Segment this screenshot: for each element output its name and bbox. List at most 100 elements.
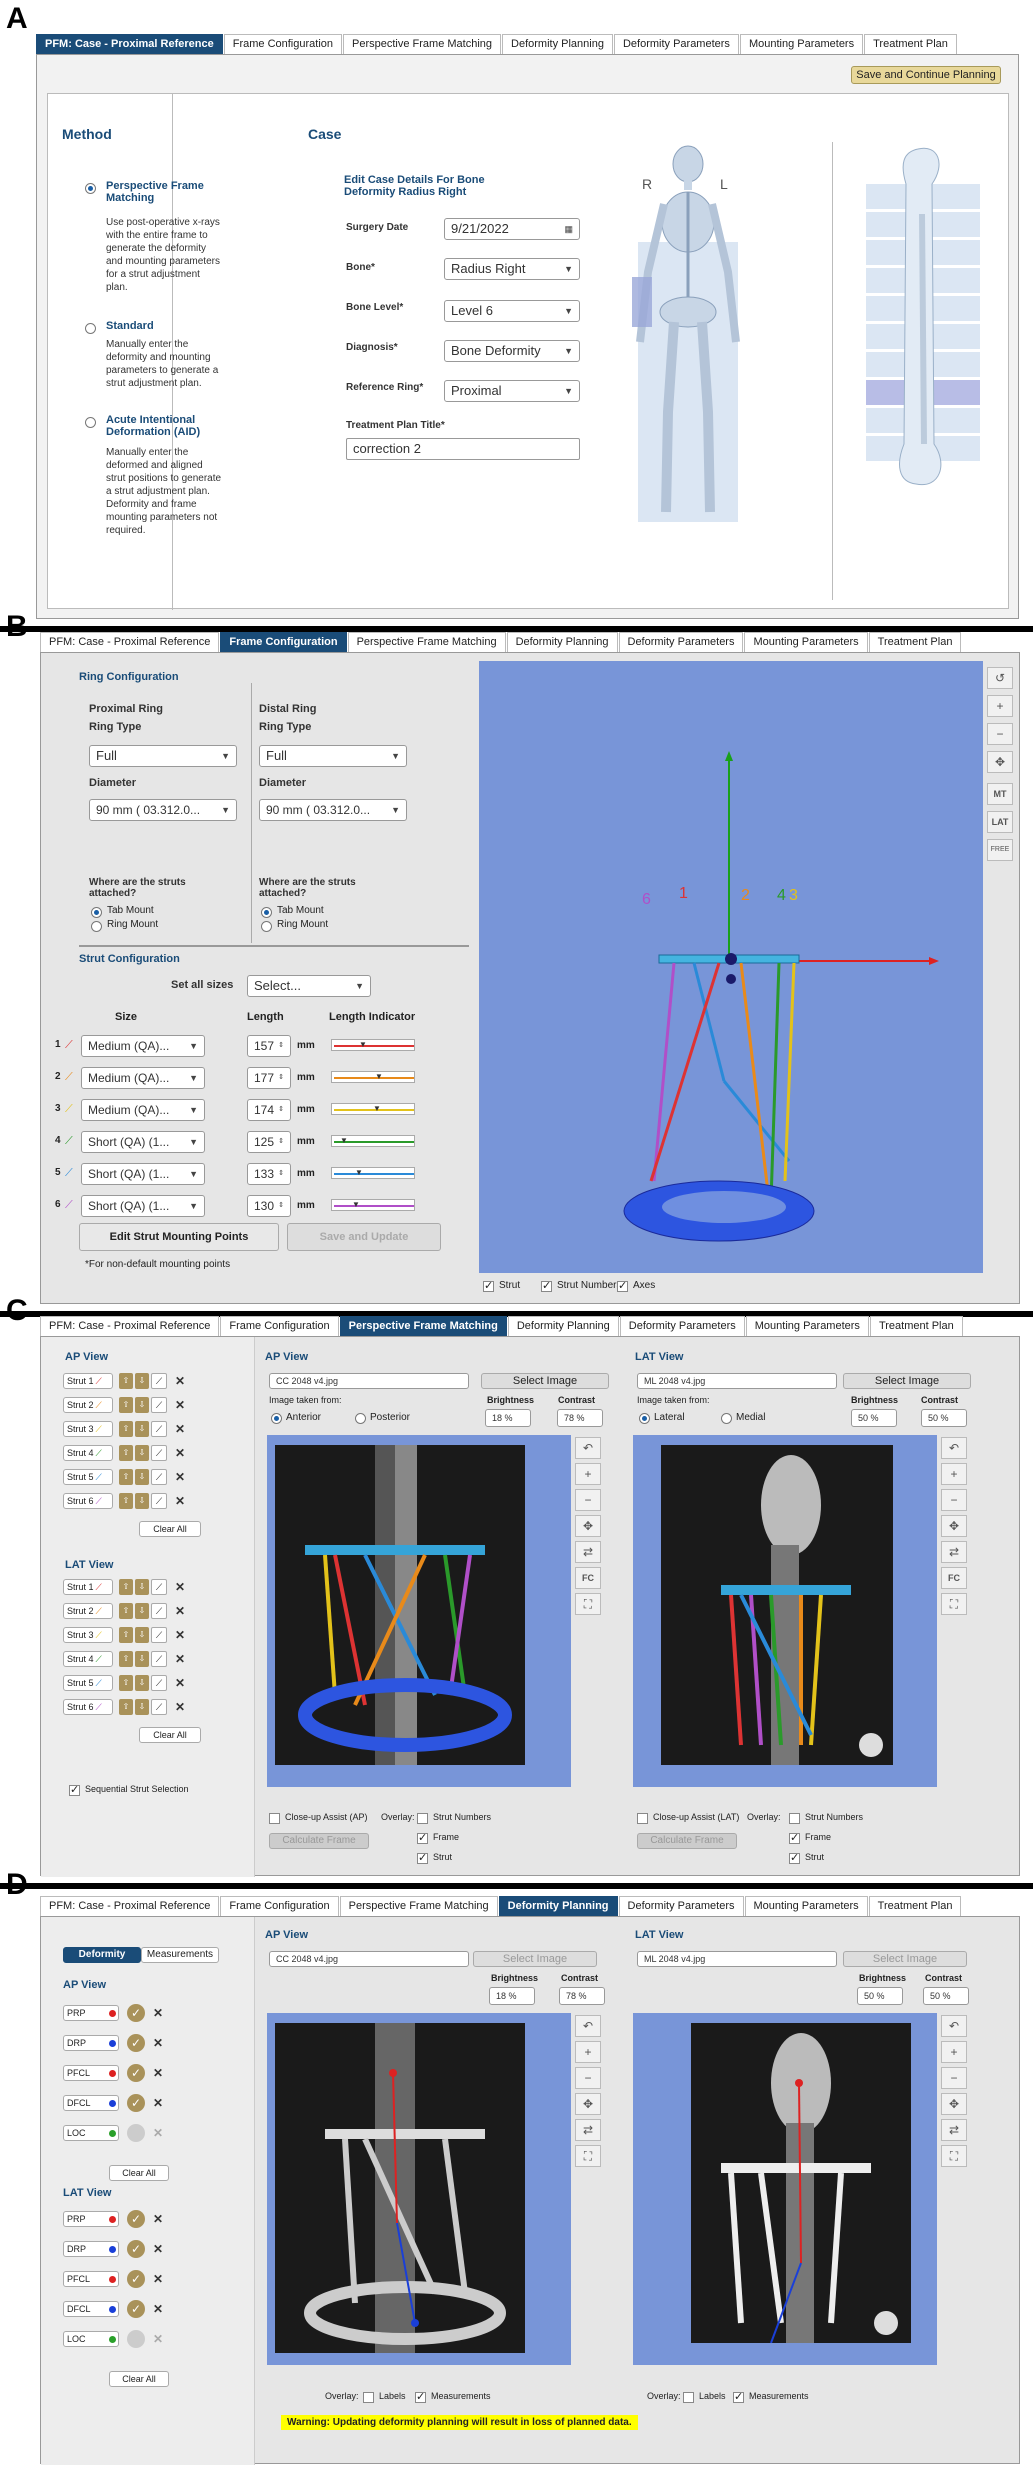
proximal-diameter-select[interactable]: 90 mm ( 03.312.0... ▼ (89, 799, 237, 821)
strut-2-size-select[interactable]: Medium (QA)... ▼ (81, 1067, 205, 1089)
strut-6-length-input[interactable]: 130 ⇕ (247, 1195, 291, 1217)
d-ap-image-view[interactable] (267, 2013, 571, 2365)
c-lat-fc-button[interactable]: FC (941, 1567, 967, 1589)
c-lat-strut-6-bottom-icon[interactable]: ⇩ (135, 1699, 149, 1715)
d-lat-drp-clear-icon[interactable]: ✕ (153, 2242, 163, 2256)
distal-ring-type-select[interactable]: Full ▼ (259, 745, 407, 767)
c-ap-contrast-input[interactable]: 78 % (557, 1409, 603, 1427)
d-lat-fit-icon[interactable]: ⛶ (941, 2145, 967, 2167)
proximal-ring-type-select[interactable]: Full ▼ (89, 745, 237, 767)
deformity-tab[interactable]: Deformity (63, 1947, 141, 1963)
save-update-button[interactable]: Save and Update (287, 1223, 441, 1251)
c-ap-frame-checkbox[interactable]: ✓ (417, 1833, 428, 1844)
lat-view-button[interactable]: LAT (987, 811, 1013, 833)
pan-icon[interactable]: ✥ (987, 751, 1013, 773)
c-lat-strut-6-line-icon[interactable]: ⟋ (151, 1699, 167, 1715)
tab-deformity-planning[interactable]: Deformity Planning (498, 1896, 618, 1916)
c-lat-strut-3-clear-icon[interactable]: ✕ (175, 1628, 185, 1642)
tab-deformity-planning[interactable]: Deformity Planning (502, 34, 613, 54)
c-ap-strut-1-bottom-icon[interactable]: ⇩ (135, 1373, 149, 1389)
method-aid-radio[interactable] (85, 417, 96, 428)
c-lat-strut-4-line-icon[interactable]: ⟋ (151, 1651, 167, 1667)
c-lat-strut-4-top-icon[interactable]: ⇧ (119, 1651, 133, 1667)
tab-treatment-plan[interactable]: Treatment Plan (869, 1316, 963, 1336)
method-pfm-radio[interactable] (85, 183, 96, 194)
reference-ring-select[interactable]: Proximal ▼ (444, 380, 580, 402)
free-view-button[interactable]: FREE (987, 839, 1013, 861)
c-lat-strut-5-bottom-icon[interactable]: ⇩ (135, 1675, 149, 1691)
d-lat-zoom-out-icon[interactable]: − (941, 2067, 967, 2089)
c-ap-flip-icon[interactable]: ⇄ (575, 1541, 601, 1563)
d-lat-measurements-checkbox[interactable]: ✓ (733, 2392, 744, 2403)
c-ap-strut-1-top-icon[interactable]: ⇧ (119, 1373, 133, 1389)
c-lat-strut-1-bottom-icon[interactable]: ⇩ (135, 1579, 149, 1595)
strut-2-length-input[interactable]: 177 ⇕ (247, 1067, 291, 1089)
c-lat-strut-6-button[interactable]: Strut 6 ⟋ (63, 1699, 113, 1715)
strut-4-size-select[interactable]: Short (QA) (1... ▼ (81, 1131, 205, 1153)
c-ap-zoom-in-icon[interactable]: + (575, 1463, 601, 1485)
c-ap-strut-6-bottom-icon[interactable]: ⇩ (135, 1493, 149, 1509)
d-ap-contrast-input[interactable]: 78 % (559, 1987, 605, 2005)
c-lat-strut-1-line-icon[interactable]: ⟋ (151, 1579, 167, 1595)
c-ap-zoom-out-icon[interactable]: − (575, 1489, 601, 1511)
set-all-sizes-select[interactable]: Select... ▼ (247, 975, 371, 997)
c-ap-strut-checkbox[interactable]: ✓ (417, 1853, 428, 1864)
c-ap-strut-1-button[interactable]: Strut 1 ⟋ (63, 1373, 113, 1389)
d-ap-brightness-input[interactable]: 18 % (489, 1987, 535, 2005)
d-ap-pan-icon[interactable]: ✥ (575, 2093, 601, 2115)
d-lat-xray[interactable] (691, 2023, 911, 2343)
tab-perspective-frame-matching[interactable]: Perspective Frame Matching (347, 632, 506, 652)
c-closeup-lat-checkbox[interactable] (637, 1813, 648, 1824)
tab-case[interactable]: PFM: Case - Proximal Reference (40, 632, 220, 652)
strut-4-length-input[interactable]: 125 ⇕ (247, 1131, 291, 1153)
tab-mounting-parameters[interactable]: Mounting Parameters (739, 34, 864, 54)
c-lat-frame-checkbox[interactable]: ✓ (789, 1833, 800, 1844)
diagnosis-select[interactable]: Bone Deformity ▼ (444, 340, 580, 362)
c-ap-fc-button[interactable]: FC (575, 1567, 601, 1589)
strut-numbers-checkbox[interactable]: ✓ (541, 1281, 552, 1292)
skeleton-figure[interactable] (618, 142, 758, 522)
c-ap-strut-5-bottom-icon[interactable]: ⇩ (135, 1469, 149, 1485)
c-ap-strut-3-bottom-icon[interactable]: ⇩ (135, 1421, 149, 1437)
strut-1-length-input[interactable]: 157 ⇕ (247, 1035, 291, 1057)
tab-deformity-parameters[interactable]: Deformity Parameters (618, 1896, 744, 1916)
tab-case[interactable]: PFM: Case - Proximal Reference (40, 1896, 220, 1916)
c-lat-strut-5-clear-icon[interactable]: ✕ (175, 1676, 185, 1690)
d-ap-undo-icon[interactable]: ↶ (575, 2015, 601, 2037)
d-ap-flip-icon[interactable]: ⇄ (575, 2119, 601, 2141)
measurements-tab[interactable]: Measurements (141, 1947, 219, 1963)
c-ap-brightness-input[interactable]: 18 % (485, 1409, 531, 1427)
c-lat-strut-6-clear-icon[interactable]: ✕ (175, 1700, 185, 1714)
edit-mounting-points-button[interactable]: Edit Strut Mounting Points (79, 1223, 279, 1251)
strut-5-length-input[interactable]: 133 ⇕ (247, 1163, 291, 1185)
c-lat-strut-1-button[interactable]: Strut 1 ⟋ (63, 1579, 113, 1595)
c-lat-zoom-out-icon[interactable]: − (941, 1489, 967, 1511)
c-lat-strut-4-button[interactable]: Strut 4 ⟋ (63, 1651, 113, 1667)
c-lat-select-image-button[interactable]: Select Image (843, 1373, 971, 1389)
tab-case[interactable]: PFM: Case - Proximal Reference (40, 1316, 220, 1336)
strut-3-length-input[interactable]: 174 ⇕ (247, 1099, 291, 1121)
d-lat-labels-checkbox[interactable] (683, 2392, 694, 2403)
c-ap-strut-2-top-icon[interactable]: ⇧ (119, 1397, 133, 1413)
tab-deformity-parameters[interactable]: Deformity Parameters (613, 34, 739, 54)
distal-tab-mount-radio[interactable] (261, 907, 272, 918)
d-lat-flip-icon[interactable]: ⇄ (941, 2119, 967, 2141)
c-lat-undo-icon[interactable]: ↶ (941, 1437, 967, 1459)
d-lat-prp-clear-icon[interactable]: ✕ (153, 2212, 163, 2226)
c-lat-strut-5-top-icon[interactable]: ⇧ (119, 1675, 133, 1691)
c-ap-strut-3-line-icon[interactable]: ⟋ (151, 1421, 167, 1437)
c-medial-radio[interactable] (721, 1413, 732, 1424)
d-ap-drp-clear-icon[interactable]: ✕ (153, 2036, 163, 2050)
d-lat-pfcl-clear-icon[interactable]: ✕ (153, 2272, 163, 2286)
c-ap-strut-3-button[interactable]: Strut 3 ⟋ (63, 1421, 113, 1437)
frame-3d-view[interactable]: 6 1 2 4 3 (479, 661, 983, 1273)
c-ap-fit-icon[interactable]: ⛶ (575, 1593, 601, 1615)
c-closeup-ap-checkbox[interactable] (269, 1813, 280, 1824)
method-standard-radio[interactable] (85, 323, 96, 334)
c-ap-strut-6-clear-icon[interactable]: ✕ (175, 1494, 185, 1508)
c-ap-select-image-button[interactable]: Select Image (481, 1373, 609, 1389)
d-lat-loc-clear-icon[interactable]: ✕ (153, 2332, 163, 2346)
d-ap-zoom-in-icon[interactable]: + (575, 2041, 601, 2063)
c-ap-strut-4-top-icon[interactable]: ⇧ (119, 1445, 133, 1461)
tab-frame-configuration[interactable]: Frame Configuration (220, 1316, 339, 1336)
